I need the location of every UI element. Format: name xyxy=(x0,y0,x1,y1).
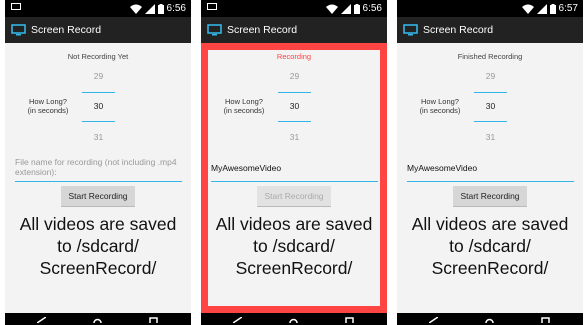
recent-apps-icon[interactable] xyxy=(345,317,354,323)
save-location-line3: ScreenRecord/ xyxy=(431,258,549,278)
status-bar: 6:56 xyxy=(201,0,387,17)
status-bar: 6:57 xyxy=(397,0,583,17)
duration-label-line1: How Long? xyxy=(421,97,459,106)
screenshot-notification-icon xyxy=(207,3,217,10)
wifi-icon xyxy=(325,4,338,14)
navigation-bar xyxy=(201,313,387,325)
back-icon[interactable] xyxy=(37,317,46,323)
back-icon[interactable] xyxy=(233,317,242,323)
save-location-line2: to /sdcard/ xyxy=(57,236,139,256)
navigation-bar xyxy=(397,313,583,325)
filename-input[interactable]: MyAwesomeVideo xyxy=(407,163,574,173)
home-icon[interactable] xyxy=(93,317,102,323)
monitor-icon xyxy=(403,24,418,36)
action-bar: Screen Record xyxy=(397,17,583,43)
save-location-line3: ScreenRecord/ xyxy=(39,258,157,278)
picker-current-value[interactable]: 30 xyxy=(474,101,507,111)
wifi-icon xyxy=(129,4,142,14)
start-recording-button[interactable]: Start Recording xyxy=(61,186,135,207)
recent-apps-icon[interactable] xyxy=(149,317,158,323)
save-location-info: All videos are saved to /sdcard/ ScreenR… xyxy=(5,213,191,279)
recording-status-text: Not Recording Yet xyxy=(67,52,129,61)
save-location-line1: All videos are saved xyxy=(411,214,569,234)
status-bar: 6:56 xyxy=(5,0,191,17)
phone-screen-not-recording: 6:56 Screen Record Not Recording Yet How… xyxy=(5,0,191,325)
picker-divider-bottom xyxy=(82,121,115,122)
filename-input[interactable]: File name for recording (not including .… xyxy=(15,157,182,177)
filename-input-underline xyxy=(15,181,182,182)
app-title: Screen Record xyxy=(31,24,102,36)
status-time: 6:57 xyxy=(558,3,578,14)
status-time: 6:56 xyxy=(362,3,382,14)
signal-icon xyxy=(340,3,351,14)
duration-label-line1: How Long? xyxy=(29,97,67,106)
filename-input-underline xyxy=(407,181,574,182)
picker-divider-top xyxy=(474,92,507,93)
action-bar: Screen Record xyxy=(201,17,387,43)
picker-prev-value[interactable]: 29 xyxy=(474,71,507,81)
app-title: Screen Record xyxy=(423,24,494,36)
recent-apps-icon[interactable] xyxy=(541,317,550,323)
picker-prev-value[interactable]: 29 xyxy=(82,71,115,81)
picker-next-value[interactable]: 31 xyxy=(82,132,115,142)
content-area: Finished Recording How Long? (in seconds… xyxy=(397,43,583,313)
duration-label-line2: (in seconds) xyxy=(27,106,69,115)
recording-highlight-frame xyxy=(201,43,387,313)
picker-next-value[interactable]: 31 xyxy=(474,132,507,142)
start-recording-button[interactable]: Start Recording xyxy=(453,186,527,207)
screenshot-notification-icon xyxy=(11,3,21,10)
phone-screen-finished: 6:57 Screen Record Finished Recording Ho… xyxy=(397,0,583,325)
duration-label-line2: (in seconds) xyxy=(419,106,461,115)
picker-divider-bottom xyxy=(474,121,507,122)
save-location-line1: All videos are saved xyxy=(19,214,177,234)
signal-icon xyxy=(144,3,155,14)
wifi-icon xyxy=(521,4,534,14)
status-time: 6:56 xyxy=(166,3,186,14)
save-location-line2: to /sdcard/ xyxy=(449,236,531,256)
content-area: Not Recording Yet How Long? (in seconds)… xyxy=(5,43,191,313)
monitor-icon xyxy=(207,24,222,36)
battery-icon xyxy=(157,3,164,14)
battery-icon xyxy=(549,3,556,14)
signal-icon xyxy=(536,3,547,14)
navigation-bar xyxy=(5,313,191,325)
duration-label: How Long? (in seconds) xyxy=(18,97,78,115)
save-location-info: All videos are saved to /sdcard/ ScreenR… xyxy=(397,213,583,279)
monitor-icon xyxy=(11,24,26,36)
picker-current-value[interactable]: 30 xyxy=(82,101,115,111)
home-icon[interactable] xyxy=(289,317,298,323)
home-icon[interactable] xyxy=(485,317,494,323)
battery-icon xyxy=(353,3,360,14)
recording-status-text: Finished Recording xyxy=(457,52,523,61)
action-bar: Screen Record xyxy=(5,17,191,43)
duration-label: How Long? (in seconds) xyxy=(410,97,470,115)
picker-divider-top xyxy=(82,92,115,93)
back-icon[interactable] xyxy=(429,317,438,323)
app-title: Screen Record xyxy=(227,24,298,36)
